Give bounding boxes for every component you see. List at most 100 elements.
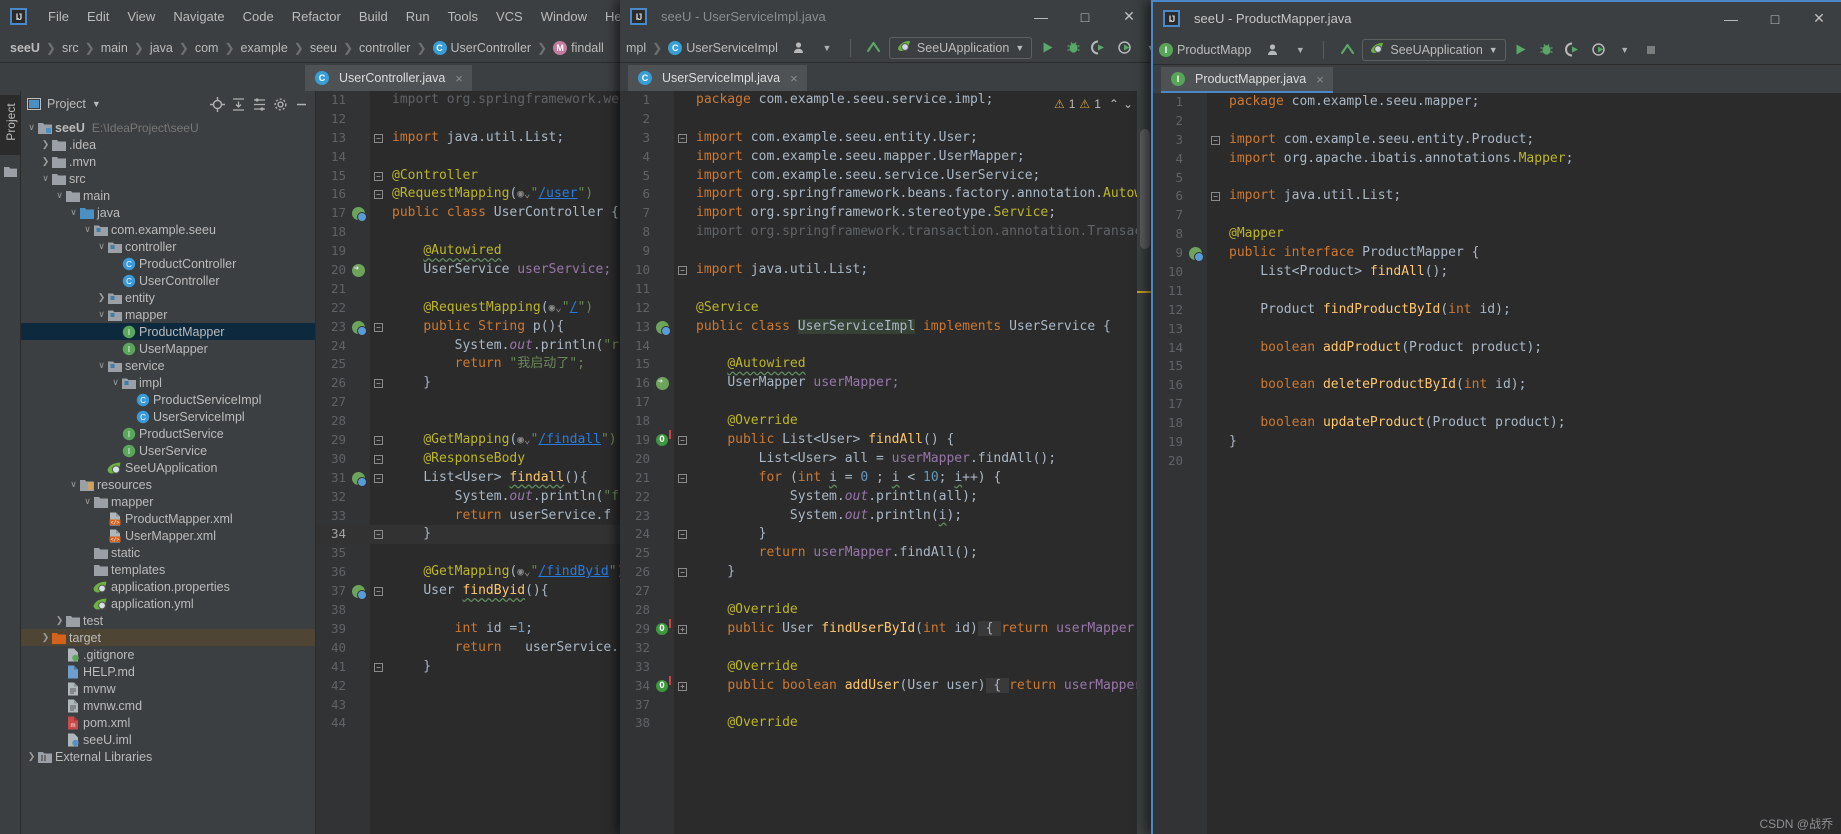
editor-tabs-window2[interactable]: C UserServiceImpl.java × xyxy=(620,63,1151,91)
chevron-right-icon[interactable]: ❯ xyxy=(96,292,107,303)
tree-item-mvnw-cmd[interactable]: mvnw.cmd xyxy=(21,697,315,714)
fold-toggle-icon[interactable] xyxy=(674,530,690,540)
code-line[interactable]: 20 xyxy=(1153,452,1841,471)
close-icon[interactable]: × xyxy=(1316,72,1324,87)
url-mapping-gutter-glyph[interactable]: ◉⌄ xyxy=(517,565,530,578)
run-configuration-selector[interactable]: SeeUApplication ▼ xyxy=(1362,38,1506,61)
code-line[interactable]: 2 xyxy=(620,110,1151,129)
code-line[interactable]: 5 import com.example.seeu.service.UserSer… xyxy=(620,167,1151,186)
window-controls-window3[interactable]: — □ ✕ xyxy=(1709,2,1841,35)
breadcrumb-tail[interactable]: mpl xyxy=(626,41,646,55)
code-line[interactable]: 33 @Override xyxy=(620,658,1151,677)
tree-item-mvnw[interactable]: mvnw xyxy=(21,680,315,697)
code-area-productmapper[interactable]: 1 package com.example.seeu.mapper; 2 3 impor… xyxy=(1153,93,1841,834)
tree-item-userserviceimpl[interactable]: C UserServiceImpl xyxy=(21,408,315,425)
code-line[interactable]: 1 package com.example.seeu.mapper; xyxy=(1153,93,1841,112)
previous-issue-icon[interactable]: ⌃ xyxy=(1109,97,1119,111)
code-line[interactable]: 34 O public boolean addUser(User user) { … xyxy=(620,676,1151,696)
chevron-down-icon[interactable]: ▼ xyxy=(92,99,101,109)
menu-item-view[interactable]: View xyxy=(118,6,164,27)
breadcrumb-item-findall[interactable]: findall xyxy=(571,41,604,55)
fold-toggle-icon[interactable] xyxy=(370,435,386,445)
inspection-status[interactable]: ⚠ 1 ⚠ 1 ⌃ ⌄ xyxy=(1054,97,1133,111)
editor-productmapper[interactable]: 1 package com.example.seeu.mapper; 2 3 impor… xyxy=(1153,93,1841,834)
menu-item-build[interactable]: Build xyxy=(350,6,397,27)
gutter-marker[interactable] xyxy=(1183,247,1207,263)
code-line[interactable]: 10 List<Product> findAll(); xyxy=(1153,263,1841,282)
tab-productmapper[interactable]: I ProductMapper.java × xyxy=(1161,67,1333,93)
window-controls-window2[interactable]: — □ ✕ xyxy=(1019,0,1151,33)
next-issue-icon[interactable]: ⌄ xyxy=(1123,97,1133,111)
code-line[interactable]: 10 import java.util.List; xyxy=(620,261,1151,280)
breadcrumb-item-controller[interactable]: controller xyxy=(359,41,410,55)
fold-toggle-icon[interactable] xyxy=(674,133,690,143)
fold-toggle-icon[interactable] xyxy=(370,530,386,540)
code-line[interactable]: 7 xyxy=(1153,206,1841,225)
tree-item-seeu-iml[interactable]: seeU.iml xyxy=(21,731,315,748)
fold-toggle-icon[interactable] xyxy=(674,681,690,691)
tree-item-productservice[interactable]: I ProductService xyxy=(21,425,315,442)
menu-item-refactor[interactable]: Refactor xyxy=(283,6,350,27)
breadcrumb-item-java[interactable]: java xyxy=(150,41,173,55)
chevron-down-icon[interactable]: ∨ xyxy=(96,241,107,252)
chevron-down-icon[interactable]: ∨ xyxy=(82,224,93,235)
tree-item-seeuapplication[interactable]: SeeUApplication xyxy=(21,459,315,476)
menu-item-code[interactable]: Code xyxy=(234,6,283,27)
tree-item-test[interactable]: ❯ test xyxy=(21,612,315,629)
code-line[interactable]: 27 xyxy=(620,582,1151,601)
menu-bar[interactable]: File Edit View Navigate Code Refactor Build Run… xyxy=(39,6,641,27)
override-gutter-icon[interactable]: O xyxy=(656,430,671,447)
code-line[interactable]: 21 for (int i = 0 ; i < 10; i++) { xyxy=(620,469,1151,488)
url-mapping-gutter-glyph[interactable]: ◉⌄ xyxy=(549,301,562,314)
menu-item-tools[interactable]: Tools xyxy=(439,6,487,27)
gutter-marker[interactable]: O xyxy=(650,430,674,447)
code-line[interactable]: 11 xyxy=(1153,282,1841,301)
menu-item-edit[interactable]: Edit xyxy=(78,6,118,27)
editor-userserviceimpl[interactable]: 1 package com.example.seeu.service.impl; 2… xyxy=(620,91,1151,834)
gutter-marker[interactable] xyxy=(346,260,370,279)
code-line[interactable]: 5 xyxy=(1153,169,1841,188)
url-mapping-gutter-glyph[interactable]: ◉⌄ xyxy=(517,433,530,446)
code-line[interactable]: 13 public class UserServiceImpl implement… xyxy=(620,318,1151,337)
close-button[interactable]: ✕ xyxy=(1107,0,1151,33)
code-line[interactable]: 15 @Autowired xyxy=(620,355,1151,374)
chevron-right-icon[interactable]: ❯ xyxy=(26,751,37,762)
menu-item-window[interactable]: Window xyxy=(532,6,596,27)
tree-item-seeu[interactable]: ∨ seeU E:\IdeaProject\seeU xyxy=(21,119,315,136)
override-gutter-icon[interactable]: O xyxy=(656,676,671,693)
chevron-down-icon[interactable]: ∨ xyxy=(96,360,107,371)
run-configuration-selector[interactable]: SeeUApplication ▼ xyxy=(888,36,1033,59)
editor-tabs-window3[interactable]: I ProductMapper.java × xyxy=(1153,65,1841,93)
menu-item-vcs[interactable]: VCS xyxy=(487,6,532,27)
code-line[interactable]: 20 List<User> all = userMapper.findAll()… xyxy=(620,450,1151,469)
code-line[interactable]: 11 xyxy=(620,280,1151,299)
tree-item-target[interactable]: ❯ target xyxy=(21,629,315,646)
chevron-down-icon[interactable]: ∨ xyxy=(110,377,121,388)
gutter-marker[interactable] xyxy=(650,320,674,336)
chevron-down-icon[interactable]: ∨ xyxy=(26,122,37,133)
tree-item-mapper[interactable]: ∨ mapper xyxy=(21,493,315,510)
code-line[interactable]: 32 xyxy=(620,639,1151,658)
code-line[interactable]: 2 xyxy=(1153,112,1841,131)
url-mapping-gutter-glyph[interactable]: ◉⌄ xyxy=(517,187,530,200)
menu-item-file[interactable]: File xyxy=(39,6,78,27)
code-line[interactable]: 12 Product findProductById(int id); xyxy=(1153,301,1841,320)
spring-autowired-gutter-icon[interactable] xyxy=(351,260,365,279)
code-line[interactable]: 17 xyxy=(620,393,1151,412)
breadcrumb-item-main[interactable]: main xyxy=(101,41,128,55)
code-line[interactable]: 7 import org.springframework.stereotype.S… xyxy=(620,204,1151,223)
tab-userserviceimpl[interactable]: C UserServiceImpl.java × xyxy=(628,65,807,91)
gutter-marker[interactable] xyxy=(346,471,370,487)
collapse-all-icon[interactable] xyxy=(252,97,267,112)
tree-item-usercontroller[interactable]: C UserController xyxy=(21,272,315,289)
spring-bean-gutter-icon[interactable] xyxy=(351,320,367,336)
maximize-button[interactable]: □ xyxy=(1063,0,1107,33)
chevron-down-icon[interactable]: ∨ xyxy=(68,479,79,490)
inspection-scrollbar[interactable] xyxy=(1137,91,1151,834)
code-line[interactable]: 12 @Service xyxy=(620,299,1151,318)
close-button[interactable]: ✕ xyxy=(1797,2,1841,35)
settings-gear-icon[interactable] xyxy=(273,97,288,112)
menu-item-navigate[interactable]: Navigate xyxy=(164,6,233,27)
breadcrumb-item-seeu[interactable]: seeU xyxy=(10,41,40,55)
vcs-update-icon[interactable] xyxy=(863,37,885,59)
